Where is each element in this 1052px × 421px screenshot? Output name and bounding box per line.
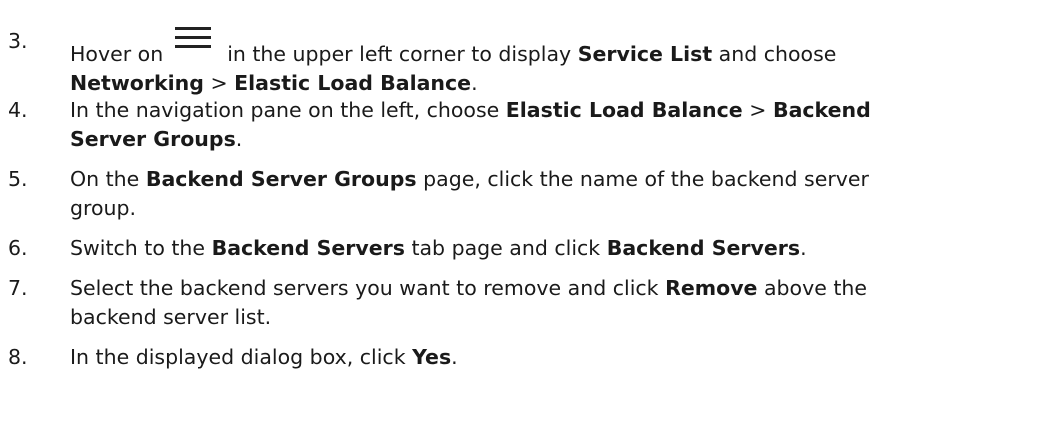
ui-term: Service List <box>577 42 713 66</box>
ui-term: Yes <box>412 345 452 369</box>
ui-term: Backend Servers <box>606 236 801 260</box>
ui-term: Backend <box>772 98 871 122</box>
step-text-segment: backend server list. <box>70 305 272 329</box>
step-number: 5. <box>8 167 28 191</box>
step-text-segment: and choose <box>712 42 837 66</box>
step-number: 8. <box>8 345 28 369</box>
step-text-segment: . <box>451 345 458 369</box>
step-text-segment: Hover on <box>70 42 164 66</box>
step-text-segment: On the <box>70 167 146 191</box>
step-text-segment: . <box>800 236 807 260</box>
ui-term: Elastic Load Balance <box>234 71 472 95</box>
step-text-segment: In the displayed dialog box, click <box>70 345 413 369</box>
step-text: On the Backend Server Groups page, click… <box>70 165 1040 223</box>
step-text-segment: above the <box>757 276 868 300</box>
hamburger-menu-icon <box>175 27 212 49</box>
step-text: Select the backend servers you want to r… <box>70 274 1040 332</box>
ui-term: Backend Servers <box>211 236 405 260</box>
step-text-segment: Select the backend servers you want to r… <box>70 276 666 300</box>
step-text-segment: group. <box>70 196 137 220</box>
step-text-segment: In the navigation pane on the left, choo… <box>70 98 506 122</box>
step-text-segment: . <box>471 71 478 95</box>
step-text-segment: > <box>742 98 773 122</box>
step-text: In the navigation pane on the left, choo… <box>70 96 1040 154</box>
step-number: 7. <box>8 276 28 300</box>
step-text: In the displayed dialog box, click Yes. <box>70 343 1040 372</box>
step-text-segment: Switch to the <box>70 236 212 260</box>
step-text-segment: tab page and click <box>404 236 607 260</box>
ui-term: Server Groups <box>70 127 236 151</box>
step-number: 4. <box>8 98 28 122</box>
step-text-segment: . <box>235 127 243 151</box>
ui-term: Backend Server Groups <box>145 167 417 191</box>
step-text: Switch to the Backend Servers tab page a… <box>70 234 1040 263</box>
step-text-segment: > <box>203 71 235 95</box>
ui-term: Networking <box>70 71 204 95</box>
ui-term: Remove <box>665 276 758 300</box>
step-text-segment: in the upper left corner to display <box>227 42 578 66</box>
ui-term: Elastic Load Balance <box>505 98 743 122</box>
step-text: Hover on in the upper left corner to disp… <box>70 27 1040 98</box>
step-number: 3. <box>8 29 28 53</box>
step-number: 6. <box>8 236 28 260</box>
step-text-segment: page, click the name of the backend serv… <box>416 167 869 191</box>
